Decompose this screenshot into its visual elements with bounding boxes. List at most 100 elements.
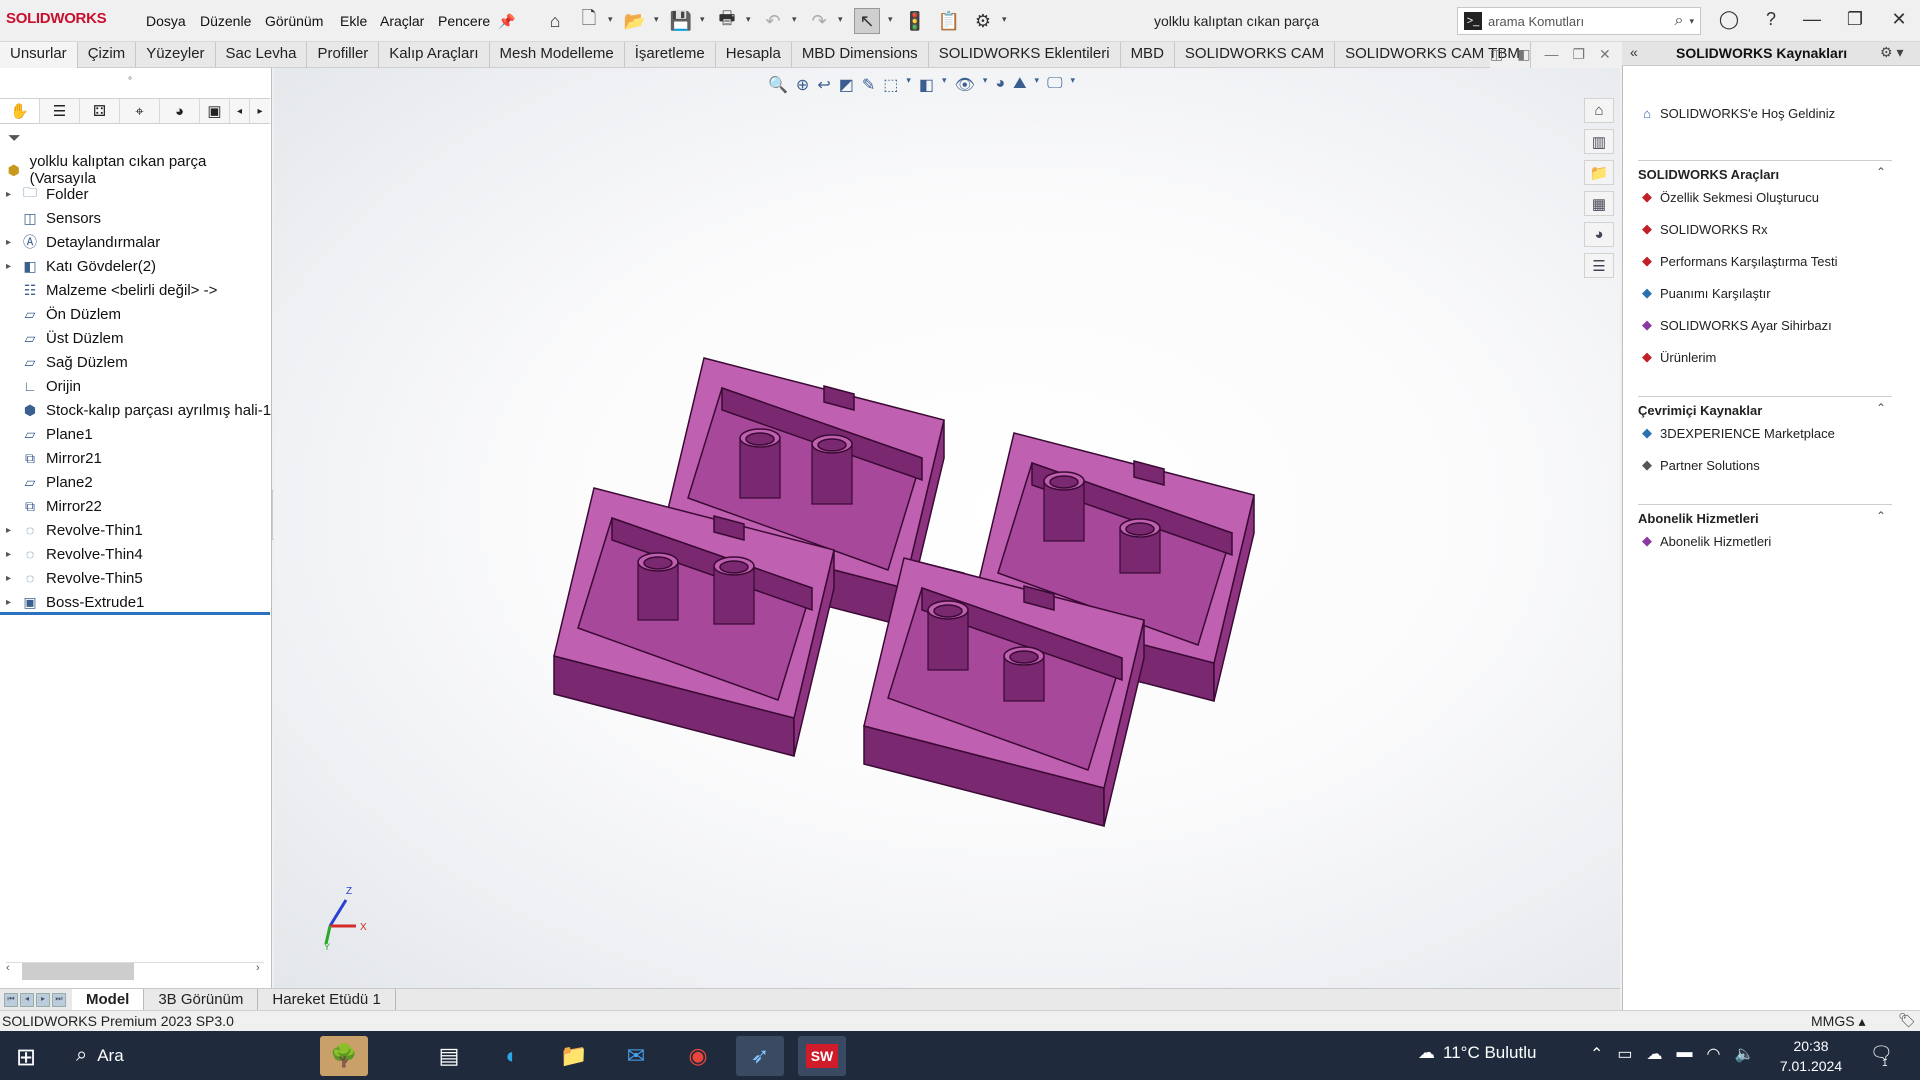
task-pane-link[interactable]: ◆ Abonelik Hizmetleri xyxy=(1638,532,1771,550)
select-cursor-icon[interactable]: ↖ xyxy=(854,8,880,34)
task-pane-section-header[interactable]: SOLIDWORKS Araçları ⌃ xyxy=(1638,160,1892,182)
feature-manager-tab-icon[interactable]: ✋ xyxy=(0,99,40,123)
view-home-icon[interactable]: ⌂ xyxy=(1584,98,1614,123)
tab-sac-levha[interactable]: Sac Levha xyxy=(216,42,308,68)
task-pane-options-icon[interactable]: ⚙ ▾ xyxy=(1880,44,1903,61)
collapse-chevron-icon[interactable]: ⌃ xyxy=(1876,165,1886,179)
tree-item[interactable]: ▱ Plane2 xyxy=(0,470,272,494)
tab-yuzeyler[interactable]: Yüzeyler xyxy=(136,42,216,68)
task-pane-link[interactable]: ◆ SOLIDWORKS Rx xyxy=(1638,220,1768,238)
tab-kalip-araclari[interactable]: Kalıp Araçları xyxy=(379,42,490,68)
scrollbar-thumb[interactable] xyxy=(22,963,134,980)
tab-isaretleme[interactable]: İşaretleme xyxy=(625,42,716,68)
file-properties-icon[interactable]: 📋 xyxy=(936,8,962,34)
dimxpert-tab-icon[interactable]: ⌖ xyxy=(120,99,160,123)
menu-ekle[interactable]: Ekle xyxy=(340,13,367,29)
search-icon[interactable]: ⌕ xyxy=(1675,12,1684,30)
tab-motion-study[interactable]: Hareket Etüdü 1 xyxy=(258,989,396,1010)
panel-grip-icon[interactable]: ° xyxy=(128,76,132,87)
restore-icon[interactable]: ❐ xyxy=(1840,9,1870,30)
solidworks-connect-icon[interactable]: ➶ xyxy=(736,1036,784,1076)
tab-cizim[interactable]: Çizim xyxy=(78,42,137,68)
weather-widget[interactable]: ☁ 11°C Bulutlu xyxy=(1418,1043,1536,1063)
tab-3d-view[interactable]: 3B Görünüm xyxy=(144,989,259,1010)
configuration-manager-tab-icon[interactable]: ⚃ xyxy=(80,99,120,123)
options-gear-icon[interactable]: ⚙ xyxy=(970,8,996,34)
tab-profiller[interactable]: Profiller xyxy=(307,42,380,68)
rebuild-icon[interactable]: 🚦 xyxy=(902,8,928,34)
appearances-icon[interactable]: ◕ xyxy=(1584,222,1614,247)
expand-arrow-icon[interactable]: ▸ xyxy=(6,237,20,248)
show-hidden-icons-icon[interactable]: ⌃ xyxy=(1590,1044,1603,1064)
collapse-chevron-icon[interactable]: ⌃ xyxy=(1876,509,1886,523)
task-pane-link[interactable]: ◆ Performans Karşılaştırma Testi xyxy=(1638,252,1837,270)
volume-icon[interactable]: 🔈 xyxy=(1735,1044,1755,1064)
tree-item[interactable]: ▸ 🗀 Folder xyxy=(0,182,272,206)
search-highlight-icon[interactable]: 🌳 xyxy=(320,1036,368,1076)
save-icon[interactable]: 💾 xyxy=(668,8,694,34)
task-pane-link[interactable]: ◆ Ürünlerim xyxy=(1638,348,1716,366)
undo-dropdown-icon[interactable]: ▾ xyxy=(792,14,797,25)
pin-icon[interactable]: 📌 xyxy=(494,8,520,34)
new-document-icon[interactable]: 🗋 xyxy=(576,8,602,34)
view-palette-icon[interactable]: ▦ xyxy=(1584,191,1614,216)
tree-item[interactable]: ▸ ◧ Katı Gövdeler(2) xyxy=(0,254,272,278)
last-tab-icon[interactable]: ⏭ xyxy=(52,992,66,1007)
custom-properties-icon[interactable]: ☰ xyxy=(1584,253,1614,278)
expand-arrow-icon[interactable]: ▸ xyxy=(6,597,20,608)
tile-right-icon[interactable]: ◧ xyxy=(1517,46,1530,63)
menu-duzenle[interactable]: Düzenle xyxy=(200,13,251,29)
tree-item[interactable]: ▸ ▣ Boss-Extrude1 xyxy=(0,590,272,614)
undo-icon[interactable]: ↶ xyxy=(760,8,786,34)
menu-dosya[interactable]: Dosya xyxy=(146,13,186,29)
home-icon[interactable]: ⌂ xyxy=(542,8,568,34)
tile-left-icon[interactable]: ◫ xyxy=(1490,46,1503,63)
cam-tab-icon[interactable]: ▣ xyxy=(200,99,230,123)
task-pane-link[interactable]: ◆ Özellik Sekmesi Oluşturucu xyxy=(1638,188,1819,206)
tab-solidworks-eklentileri[interactable]: SOLIDWORKS Eklentileri xyxy=(929,42,1121,68)
tree-item[interactable]: ∟ Orijin xyxy=(0,374,272,398)
tree-item[interactable]: ⬢ Stock-kalıp parçası ayrılmış hali-1 xyxy=(0,398,272,422)
doc-minimize-icon[interactable]: — xyxy=(1544,46,1558,63)
tree-item[interactable]: ▱ Üst Düzlem xyxy=(0,326,272,350)
tab-unsurlar[interactable]: Unsurlar xyxy=(0,42,78,68)
save-dropdown-icon[interactable]: ▾ xyxy=(700,14,705,25)
task-pane-section-header[interactable]: Çevrimiçi Kaynaklar ⌃ xyxy=(1638,396,1892,418)
tree-root-part[interactable]: ⬢ yolklu kalıptan cıkan parça (Varsayıla xyxy=(0,153,272,187)
camera-icon[interactable]: ▭ xyxy=(1617,1044,1632,1064)
part-model[interactable] xyxy=(274,68,1620,988)
tree-item[interactable]: ▸ ◌ Revolve-Thin1 xyxy=(0,518,272,542)
next-tab-icon[interactable]: ▸ xyxy=(36,992,50,1007)
file-explorer-taskbar-icon[interactable]: 📁 xyxy=(550,1036,598,1076)
mail-icon[interactable]: ✉ xyxy=(612,1036,660,1076)
user-account-icon[interactable]: ◯ xyxy=(1714,9,1744,30)
tree-item[interactable]: ▸ ◌ Revolve-Thin5 xyxy=(0,566,272,590)
prev-tab-icon[interactable]: ◂ xyxy=(20,992,34,1007)
expand-arrow-icon[interactable]: ▸ xyxy=(6,189,20,200)
battery-icon[interactable]: ▬ xyxy=(1677,1044,1693,1064)
status-tag-icon[interactable]: 🏷 xyxy=(1898,1012,1916,1029)
expand-arrow-icon[interactable]: ▸ xyxy=(6,573,20,584)
close-window-icon[interactable]: ✕ xyxy=(1884,9,1914,30)
welcome-link[interactable]: ⌂ SOLIDWORKS'e Hoş Geldiniz xyxy=(1638,104,1835,122)
task-pane-link[interactable]: ◆ 3DEXPERIENCE Marketplace xyxy=(1638,424,1835,442)
open-icon[interactable]: 📂 xyxy=(622,8,648,34)
solidworks-logo[interactable]: SOLIDWORKS xyxy=(6,10,107,27)
command-search[interactable]: >_ arama Komutları ⌕ ▾ xyxy=(1457,7,1701,35)
tab-mbd[interactable]: MBD xyxy=(1121,42,1175,68)
task-pane-link[interactable]: ◆ Partner Solutions xyxy=(1638,456,1760,474)
menu-pencere[interactable]: Pencere xyxy=(438,13,490,29)
property-manager-tab-icon[interactable]: ☰ xyxy=(40,99,80,123)
chrome-icon[interactable]: ◉ xyxy=(674,1036,722,1076)
tree-item[interactable]: ⧉ Mirror21 xyxy=(0,446,272,470)
search-dropdown-icon[interactable]: ▾ xyxy=(1689,16,1694,27)
select-dropdown-icon[interactable]: ▾ xyxy=(888,14,893,25)
menu-gorunum[interactable]: Görünüm xyxy=(265,13,323,29)
collapse-chevron-icon[interactable]: ⌃ xyxy=(1876,401,1886,415)
clock[interactable]: 20:38 7.01.2024 xyxy=(1776,1036,1846,1076)
tab-model[interactable]: Model xyxy=(72,989,145,1010)
edge-icon[interactable]: ◐ xyxy=(488,1036,536,1076)
doc-restore-icon[interactable]: ❐ xyxy=(1572,46,1585,63)
first-tab-icon[interactable]: ⏮ xyxy=(4,992,18,1007)
filter-icon[interactable]: ⏷ xyxy=(8,130,21,148)
